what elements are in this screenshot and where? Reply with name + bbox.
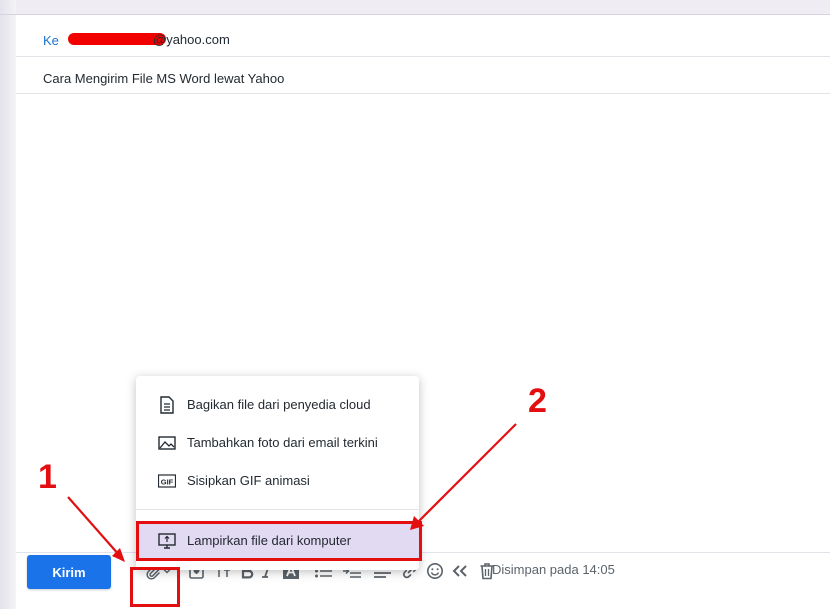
to-field-value[interactable]: @yahoo.com	[153, 32, 230, 47]
image-icon	[158, 434, 176, 452]
to-label: Ke	[43, 33, 59, 48]
saved-status: Disimpan pada 14:05	[492, 562, 615, 577]
to-row[interactable]: Ke @yahoo.com	[16, 15, 830, 57]
menu-item-label: Tambahkan foto dari email terkini	[187, 435, 378, 450]
send-button[interactable]: Kirim	[27, 555, 111, 589]
menu-item-label: Bagikan file dari penyedia cloud	[187, 397, 371, 412]
annotation-number-1: 1	[38, 458, 57, 496]
menu-item-recent-photo[interactable]: Tambahkan foto dari email terkini	[136, 424, 419, 462]
sidebar-edge	[0, 0, 16, 609]
annotation-number-2: 2	[528, 382, 547, 420]
subject-field[interactable]: Cara Mengirim File MS Word lewat Yahoo	[43, 71, 284, 86]
annotation-box-attach	[130, 567, 180, 607]
emoji-icon[interactable]	[425, 561, 445, 581]
mail-compose-screen: Ke @yahoo.com Cara Mengirim File MS Word…	[0, 0, 830, 609]
menu-item-label: Sisipkan GIF animasi	[187, 473, 310, 488]
gif-icon: GIF	[157, 472, 177, 490]
quote-icon[interactable]	[450, 561, 470, 581]
annotation-box-upload	[136, 521, 422, 561]
menu-item-gif[interactable]: GIF Sisipkan GIF animasi	[136, 462, 419, 500]
subject-row[interactable]: Cara Mengirim File MS Word lewat Yahoo	[16, 57, 830, 94]
menu-divider	[136, 509, 419, 510]
menu-item-cloud-file[interactable]: Bagikan file dari penyedia cloud	[136, 386, 419, 424]
redacted-address	[68, 33, 166, 45]
gif-icon-text: GIF	[161, 478, 174, 487]
document-icon	[158, 396, 176, 414]
